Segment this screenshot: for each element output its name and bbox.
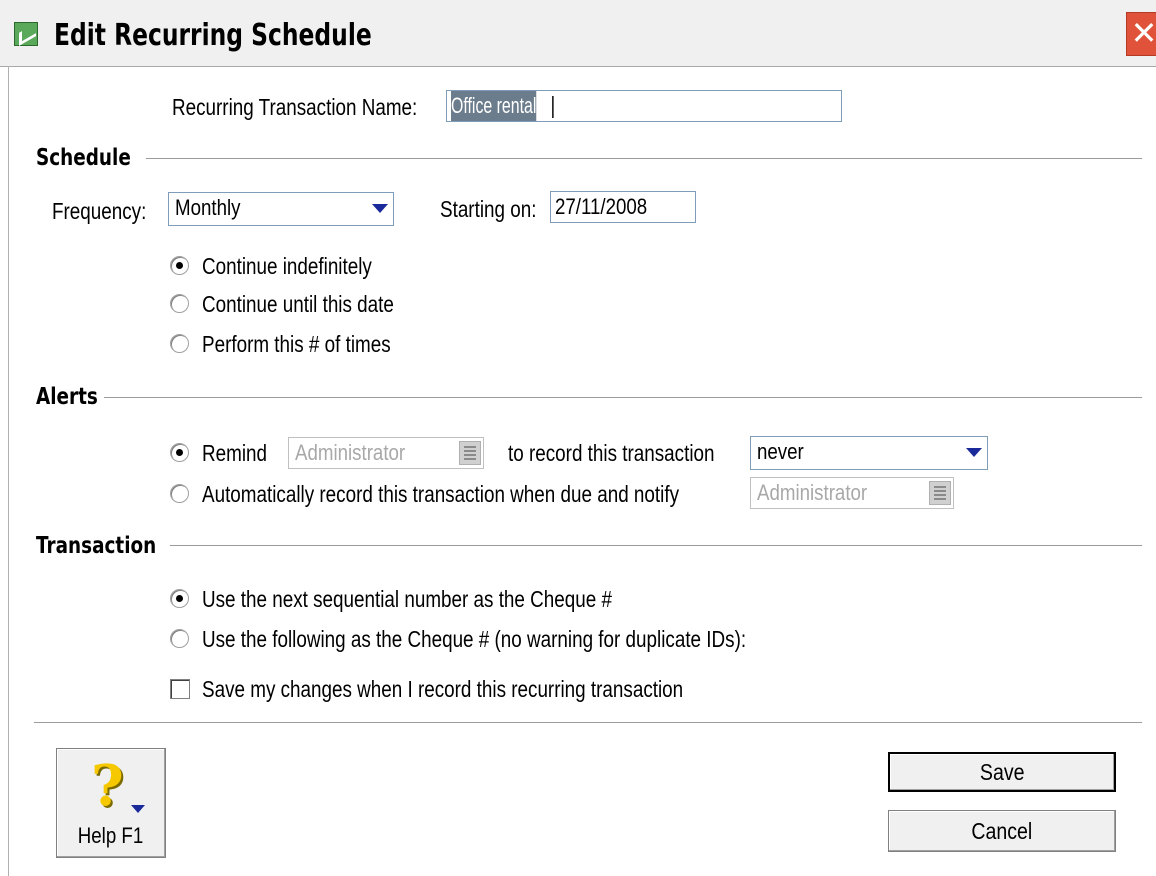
- schedule-divider: [146, 158, 1142, 160]
- list-icon[interactable]: [459, 441, 481, 465]
- save-changes-checkbox[interactable]: [170, 679, 190, 699]
- perform-times-label: Perform this # of times: [202, 331, 391, 357]
- continue-indefinitely-label: Continue indefinitely: [202, 253, 372, 279]
- footer-divider: [34, 722, 1142, 724]
- remind-user-value: Administrator: [295, 440, 406, 465]
- auto-record-label: Automatically record this transaction wh…: [202, 481, 680, 507]
- dialog-window: Edit Recurring Schedule ✕ Recurring Tran…: [0, 0, 1156, 876]
- app-icon: [14, 22, 38, 46]
- notify-user-value: Administrator: [757, 480, 868, 505]
- help-question-icon: ?: [91, 753, 124, 819]
- save-changes-label: Save my changes when I record this recur…: [202, 676, 684, 702]
- next-sequential-label: Use the next sequential number as the Ch…: [202, 586, 612, 612]
- transaction-divider: [170, 545, 1142, 547]
- remind-user-dropdown[interactable]: Administrator: [288, 437, 484, 469]
- save-button[interactable]: Save: [888, 752, 1116, 792]
- transaction-heading: Transaction: [36, 533, 157, 559]
- name-value: Office rental: [451, 91, 537, 121]
- frequency-label: Frequency:: [52, 198, 147, 224]
- chevron-down-icon[interactable]: [963, 440, 985, 464]
- alerts-heading: Alerts: [36, 384, 98, 410]
- schedule-heading: Schedule: [36, 145, 131, 171]
- frequency-dropdown[interactable]: Monthly: [168, 192, 394, 226]
- save-button-label: Save: [979, 759, 1025, 785]
- alerts-divider: [104, 397, 1142, 399]
- record-when-dropdown[interactable]: never: [750, 436, 988, 470]
- close-button[interactable]: ✕: [1126, 12, 1156, 56]
- radio-next-sequential[interactable]: [170, 589, 189, 608]
- starting-date-field[interactable]: 27/11/2008: [550, 191, 696, 223]
- starting-on-label: Starting on:: [440, 196, 537, 222]
- record-when-value: never: [757, 439, 804, 464]
- remind-label: Remind: [202, 440, 267, 466]
- name-input[interactable]: Office rental: [446, 90, 842, 122]
- record-transaction-label: to record this transaction: [508, 440, 715, 466]
- list-icon[interactable]: [929, 481, 951, 505]
- radio-remind[interactable]: [170, 443, 189, 462]
- title-bar[interactable]: Edit Recurring Schedule ✕: [0, 0, 1156, 67]
- radio-perform-times[interactable]: [170, 334, 189, 353]
- cancel-button-label: Cancel: [971, 818, 1033, 844]
- help-button-label: Help F1: [78, 823, 144, 848]
- radio-use-following[interactable]: [170, 629, 189, 648]
- continue-until-date-label: Continue until this date: [202, 291, 394, 317]
- radio-continue-until-date[interactable]: [170, 294, 189, 313]
- cancel-button[interactable]: Cancel: [888, 810, 1116, 852]
- dropdown-arrow-icon: [131, 805, 145, 813]
- use-following-label: Use the following as the Cheque # (no wa…: [202, 626, 747, 652]
- radio-auto-record[interactable]: [170, 484, 189, 503]
- name-label: Recurring Transaction Name:: [172, 94, 418, 120]
- starting-date-value: 27/11/2008: [555, 194, 648, 219]
- chevron-down-icon[interactable]: [369, 196, 391, 220]
- notify-user-dropdown[interactable]: Administrator: [750, 477, 954, 509]
- radio-continue-indefinitely[interactable]: [170, 256, 189, 275]
- window-title: Edit Recurring Schedule: [54, 18, 372, 53]
- help-button[interactable]: ? Help F1: [56, 748, 166, 858]
- frequency-value: Monthly: [175, 195, 241, 220]
- text-caret: [552, 96, 554, 119]
